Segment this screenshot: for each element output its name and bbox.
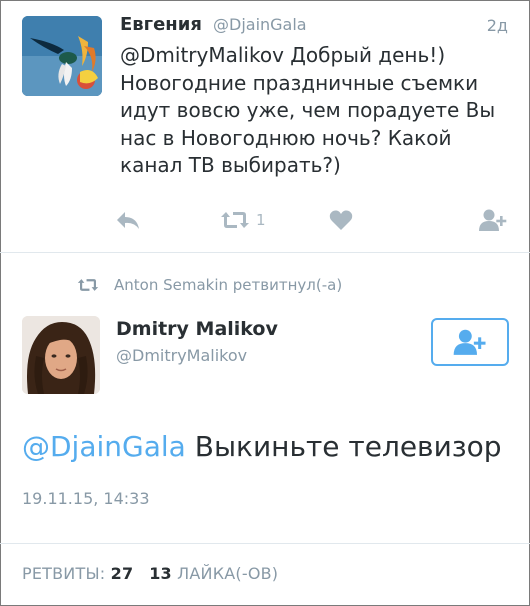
avatar[interactable] bbox=[22, 16, 102, 96]
retweet-count: 1 bbox=[256, 211, 266, 229]
add-user-icon bbox=[453, 329, 486, 355]
retweeted-by-text: Anton Semakin ретвитнул(-а) bbox=[114, 276, 343, 294]
retweet-button[interactable]: 1 bbox=[219, 208, 266, 232]
tweet-body: Выкиньте телевизор bbox=[185, 430, 502, 463]
tweet-text: @DjainGala Выкиньте телевизор bbox=[22, 430, 502, 463]
reply-tweet-header: Евгения @DjainGala 2д bbox=[120, 14, 510, 40]
reply-tweet[interactable]: Евгения @DjainGala 2д @DmitryMalikov Доб… bbox=[0, 0, 530, 252]
avatar[interactable] bbox=[22, 316, 100, 394]
tweet-time[interactable]: 2д bbox=[487, 16, 508, 35]
tweet-text: @DmitryMalikov Добрый день!) Новогодние … bbox=[120, 43, 496, 177]
heart-icon bbox=[329, 210, 353, 230]
retweet-icon bbox=[221, 212, 249, 228]
mention-link[interactable]: @DjainGala bbox=[22, 430, 186, 463]
hummingbird-avatar-image bbox=[22, 16, 102, 96]
author-handle[interactable]: @DjainGala bbox=[213, 15, 307, 34]
tweet-actions: 1 bbox=[0, 200, 530, 240]
tweet-stats: РЕТВИТЫ: 27 13 ЛАЙКА(-ОВ) bbox=[22, 564, 278, 583]
author-handle[interactable]: @DmitryMalikov bbox=[116, 346, 247, 365]
follow-button[interactable] bbox=[431, 318, 509, 366]
follow-user-button[interactable] bbox=[478, 208, 508, 232]
reply-button[interactable] bbox=[114, 208, 142, 232]
retweets-label[interactable]: РЕТВИТЫ: bbox=[22, 564, 105, 583]
author-name[interactable]: Dmitry Malikov bbox=[116, 318, 278, 340]
divider bbox=[0, 543, 530, 544]
likes-count[interactable]: 13 bbox=[149, 564, 172, 583]
divider bbox=[0, 252, 530, 253]
author-name[interactable]: Евгения bbox=[120, 14, 202, 35]
retweet-icon bbox=[77, 279, 99, 291]
portrait-avatar-image bbox=[22, 316, 100, 394]
add-user-icon bbox=[479, 209, 507, 231]
like-button[interactable] bbox=[329, 208, 353, 232]
tweet-date[interactable]: 19.11.15, 14:33 bbox=[22, 489, 150, 508]
retweeted-by[interactable]: Anton Semakin ретвитнул(-а) bbox=[76, 274, 342, 296]
retweets-count[interactable]: 27 bbox=[111, 564, 134, 583]
likes-label[interactable]: ЛАЙКА(-ОВ) bbox=[177, 564, 278, 583]
reply-icon bbox=[117, 212, 139, 229]
